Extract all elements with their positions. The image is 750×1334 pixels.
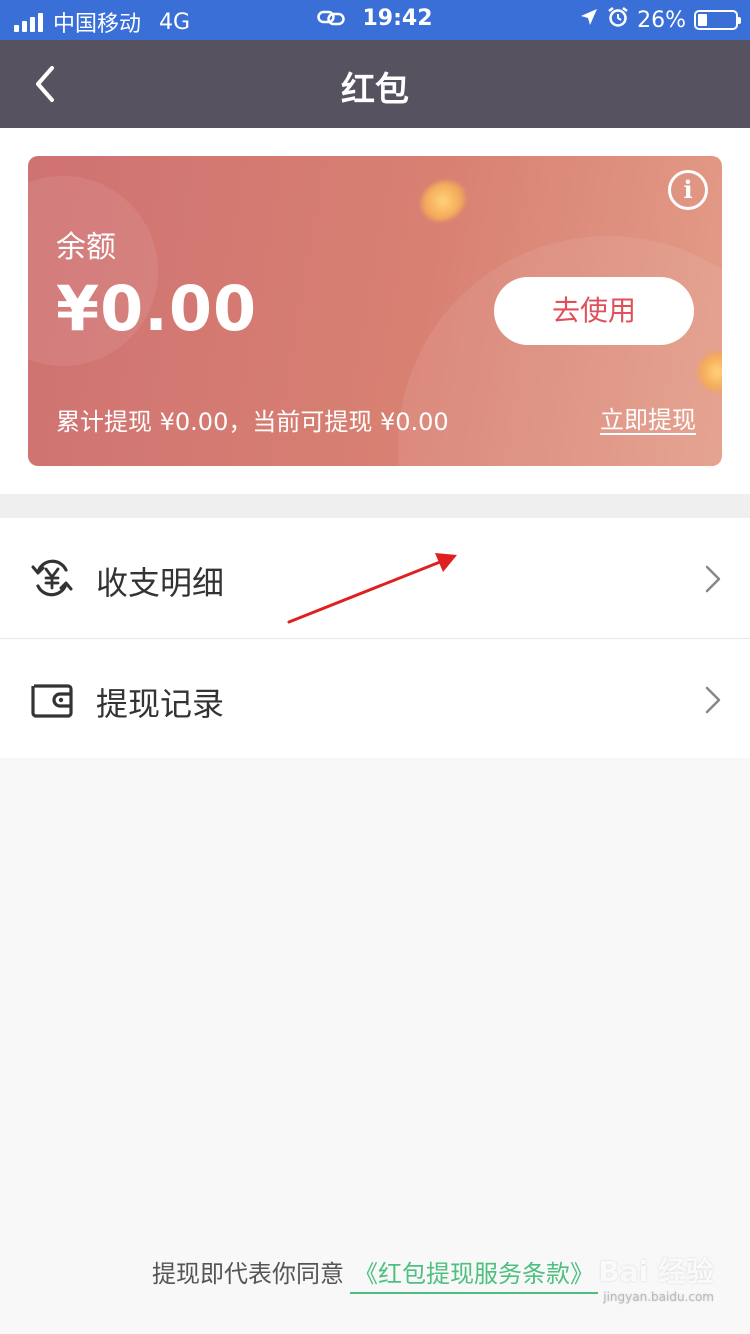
chevron-right-icon bbox=[705, 565, 721, 593]
annotation-arrow bbox=[287, 553, 457, 624]
clock-time: 19:42 bbox=[362, 6, 433, 31]
terms-link[interactable]: 《红包提现服务条款》 bbox=[350, 1260, 598, 1294]
coin-decoration bbox=[413, 173, 473, 229]
battery-icon bbox=[694, 10, 741, 30]
withdraw-summary: 累计提现 ¥0.00，当前可提现 ¥0.00 bbox=[56, 408, 449, 436]
balance-amount: ¥0.00 bbox=[56, 272, 258, 345]
menu-item-withdraw-records[interactable]: 提现记录 bbox=[0, 638, 750, 758]
nav-bar: 红包 bbox=[0, 40, 750, 128]
status-bar: 中国移动 4G 19:42 26% bbox=[0, 0, 750, 40]
section-divider bbox=[0, 494, 750, 518]
use-button[interactable]: 去使用 bbox=[494, 277, 694, 345]
link-icon bbox=[317, 6, 352, 31]
watermark-url: jingyan.baidu.com bbox=[603, 1290, 714, 1304]
chevron-right-icon bbox=[705, 686, 721, 714]
balance-card: i 余额 ¥0.00 去使用 累计提现 ¥0.00，当前可提现 ¥0.00 立即… bbox=[28, 156, 722, 466]
location-icon bbox=[579, 7, 599, 33]
alarm-icon bbox=[607, 6, 629, 34]
menu-item-label: 提现记录 bbox=[96, 685, 225, 723]
watermark-logo: Bai 经验 jingyan.baidu.com bbox=[598, 1250, 714, 1304]
battery-percent: 26% bbox=[637, 7, 686, 33]
wallet-icon bbox=[31, 684, 73, 718]
yen-cycle-icon bbox=[31, 559, 73, 597]
watermark-text: Bai 经验 bbox=[598, 1255, 714, 1288]
withdraw-now-link[interactable]: 立即提现 bbox=[600, 400, 696, 435]
balance-label: 余额 bbox=[56, 230, 116, 265]
balance-section: i 余额 ¥0.00 去使用 累计提现 ¥0.00，当前可提现 ¥0.00 立即… bbox=[0, 128, 750, 494]
info-icon[interactable]: i bbox=[668, 170, 708, 210]
status-right: 26% bbox=[579, 6, 741, 34]
page-title: 红包 bbox=[341, 70, 409, 110]
footer-text: 提现即代表你同意 bbox=[152, 1260, 344, 1288]
menu-item-label: 收支明细 bbox=[96, 564, 225, 602]
